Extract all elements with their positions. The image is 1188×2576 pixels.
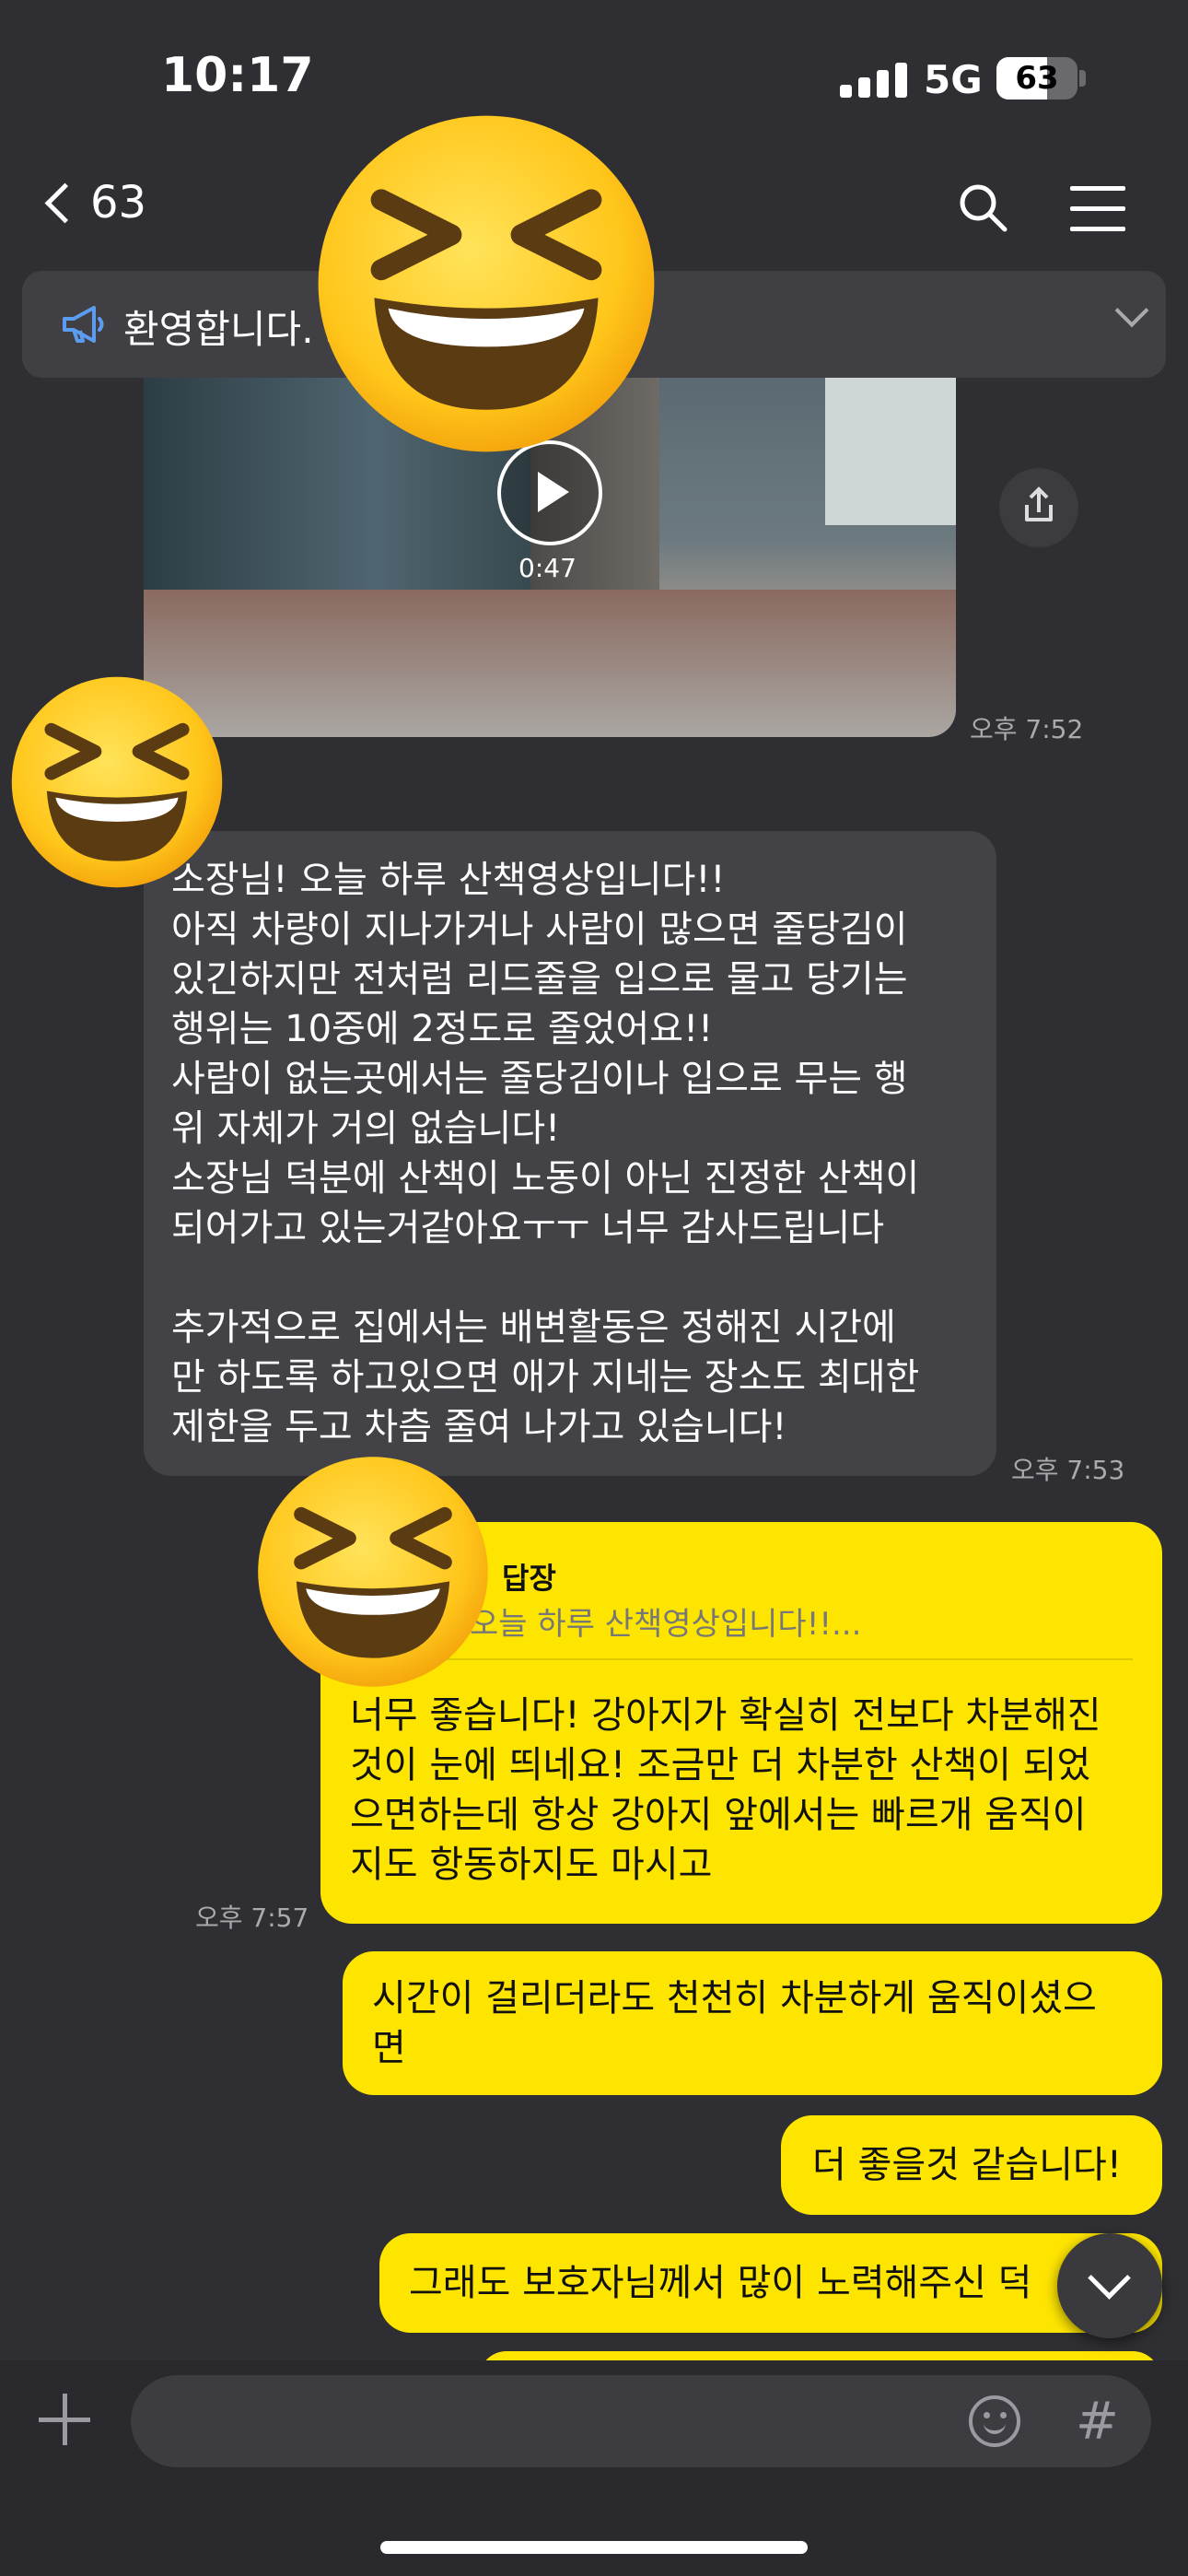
- menu-icon: [1070, 186, 1125, 231]
- message-timestamp: 오후 7:53: [1011, 1455, 1125, 1485]
- battery-percent: 63: [1015, 60, 1059, 97]
- search-button[interactable]: [958, 182, 1007, 232]
- unread-count: 63: [90, 177, 147, 228]
- grinning-squinting-face-sticker: [311, 109, 661, 459]
- message-timestamp: 오후 7:52: [970, 714, 1084, 744]
- message-timestamp: 오후 7:57: [195, 1903, 309, 1933]
- chevron-down-icon: [1088, 2256, 1131, 2300]
- search-icon: [960, 184, 1007, 232]
- share-icon: [1025, 486, 1053, 521]
- video-frame-floor: [144, 590, 956, 737]
- hashtag-icon[interactable]: #: [1076, 2392, 1119, 2452]
- outgoing-message-text: 너무 좋습니다! 강아지가 확실히 전보다 차분해진 것이 눈에 띄네요! 조금…: [350, 1694, 1101, 1886]
- grinning-squinting-face-sticker: [7, 673, 227, 892]
- chevron-left-icon: [44, 182, 86, 223]
- video-duration: 0:47: [518, 553, 577, 583]
- status-time: 10:17: [161, 48, 314, 103]
- reply-title: 답장: [502, 1561, 556, 1596]
- emoji-icon[interactable]: [969, 2395, 1020, 2447]
- video-frame-sky: [825, 378, 956, 525]
- cellular-signal-icon: [840, 63, 907, 98]
- home-indicator: [380, 2541, 808, 2554]
- share-button[interactable]: [999, 468, 1078, 547]
- battery-icon: 63: [996, 57, 1077, 100]
- outgoing-message-text: 더 좋을것 같습니다!: [812, 2144, 1122, 2186]
- incoming-message-text: 소장님! 오늘 하루 산책영상입니다!! 아직 차량이 지나가거나 사람이 많으…: [171, 859, 920, 1448]
- battery-cap: [1079, 70, 1086, 87]
- grinning-squinting-face-sticker: [253, 1452, 493, 1692]
- menu-button[interactable]: [1070, 186, 1125, 247]
- network-type: 5G: [924, 57, 983, 102]
- reply-quote: 오늘 하루 산책영상입니다!!...: [470, 1606, 862, 1643]
- plus-icon[interactable]: [39, 2394, 90, 2445]
- outgoing-message-text: 시간이 걸리더라도 천천히 차분하게 움직이셨으 면: [372, 1977, 1097, 2069]
- megaphone-icon: [59, 299, 111, 350]
- outgoing-message-text: 그래도 보호자님께서 많이 노력해주신 덕: [409, 2262, 1032, 2304]
- chevron-down-icon[interactable]: [1114, 293, 1149, 328]
- scroll-to-bottom-button[interactable]: [1057, 2233, 1162, 2338]
- back-button[interactable]: 63: [44, 177, 147, 228]
